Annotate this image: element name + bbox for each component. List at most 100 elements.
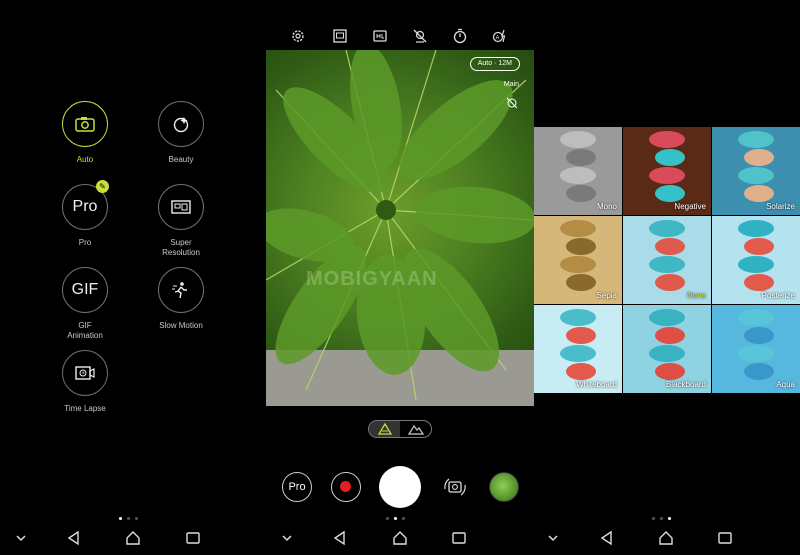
mode-label: Time Lapse <box>64 404 106 413</box>
mode-super-resolution[interactable]: Super Resolution <box>136 184 226 258</box>
hdr-icon[interactable] <box>372 28 388 44</box>
record-dot-icon <box>340 481 351 492</box>
switch-camera-button[interactable] <box>440 472 470 502</box>
macaron-shape <box>738 167 774 184</box>
viewfinder-preview[interactable]: Auto · 12M Main MOBIGYAAN <box>266 50 534 406</box>
macaron-shape <box>649 256 685 273</box>
mode-label: Beauty <box>168 155 194 164</box>
page-indicator-left <box>119 517 138 520</box>
auto-flash-icon[interactable]: A <box>492 28 508 44</box>
macaron-shape <box>649 220 685 237</box>
pro-mode-button[interactable]: Pro <box>282 472 312 502</box>
macaron-stack-image <box>560 309 596 381</box>
back-icon[interactable] <box>332 530 348 546</box>
scene-toggle[interactable] <box>368 420 432 438</box>
page-indicator-right <box>652 517 671 520</box>
mode-beauty[interactable]: Beauty <box>136 101 226 165</box>
macaron-shape <box>560 256 596 273</box>
filter-tile-posterize[interactable]: Posterize <box>712 216 800 304</box>
gif-glyph: GIF <box>71 281 99 298</box>
macaron-stack-image <box>738 220 774 292</box>
filter-label: Whiteboard <box>576 380 617 389</box>
recents-icon[interactable] <box>185 530 201 546</box>
scene-auto-option[interactable] <box>369 421 400 437</box>
macaron-shape <box>649 131 685 148</box>
macaron-shape <box>560 220 596 237</box>
macaron-shape <box>649 345 685 362</box>
mountain-icon <box>407 424 424 435</box>
timer-icon[interactable] <box>452 28 468 44</box>
focus-icon[interactable] <box>506 97 518 109</box>
watermark: MOBIGYAAN <box>306 268 438 290</box>
chevron-down-icon[interactable] <box>545 530 561 546</box>
filter-label: Blackboard <box>665 380 706 389</box>
record-button[interactable] <box>331 472 361 502</box>
home-icon[interactable] <box>125 530 141 546</box>
camera-icon <box>62 101 108 147</box>
macaron-shape <box>649 167 685 184</box>
macaron-shape <box>560 131 596 148</box>
macaron-shape <box>649 309 685 326</box>
filter-tile-aqua[interactable]: Aqua <box>712 305 800 393</box>
slow-motion-icon <box>158 267 204 313</box>
super-resolution-icon <box>158 184 204 230</box>
pro-button-label: Pro <box>288 481 306 493</box>
scene-landscape-option[interactable] <box>400 421 431 437</box>
filter-label: Posterize <box>761 291 795 300</box>
filter-label: Mono <box>596 202 617 211</box>
home-icon[interactable] <box>392 530 408 546</box>
macaron-shape <box>566 238 596 255</box>
macaron-shape <box>566 327 596 344</box>
settings-gear-icon[interactable] <box>290 28 306 44</box>
macaron-stack-image <box>560 131 596 203</box>
recents-icon[interactable] <box>717 530 733 546</box>
chevron-down-icon[interactable] <box>279 530 295 546</box>
mode-time-lapse[interactable]: Time Lapse <box>40 350 130 414</box>
plant-image <box>266 50 534 406</box>
macaron-shape <box>566 363 596 380</box>
mode-label: GIF Animation <box>67 321 103 340</box>
beauty-icon <box>158 101 204 147</box>
filter-tile-blackboard[interactable]: Blackboard <box>623 305 711 393</box>
filter-tile-none[interactable]: None <box>623 216 711 304</box>
macaron-stack-image <box>649 131 685 203</box>
back-icon[interactable] <box>599 530 615 546</box>
macaron-stack-image <box>649 309 685 381</box>
mode-label: Auto <box>76 155 94 164</box>
mode-pro[interactable]: Pro Pro ✎ <box>40 180 130 248</box>
macaron-shape <box>655 185 685 202</box>
macaron-shape <box>655 363 685 380</box>
camera-label[interactable]: Main <box>504 81 519 88</box>
mode-auto[interactable]: Auto <box>40 101 130 165</box>
filter-label: None <box>686 291 706 300</box>
aspect-ratio-icon[interactable] <box>332 28 348 44</box>
macaron-shape <box>744 274 774 291</box>
filter-tile-sepia[interactable]: Sepia <box>534 216 622 304</box>
mode-label: Slow Motion <box>159 321 203 330</box>
edit-badge-icon: ✎ <box>96 180 109 193</box>
flash-off-icon[interactable] <box>412 28 428 44</box>
chevron-down-icon[interactable] <box>13 530 29 546</box>
shutter-button[interactable] <box>379 466 421 508</box>
gif-icon: GIF <box>62 267 108 313</box>
mode-label: Super Resolution <box>162 238 200 257</box>
macaron-shape <box>655 149 685 166</box>
resolution-pill[interactable]: Auto · 12M <box>469 57 520 71</box>
macaron-shape <box>744 185 774 202</box>
mode-gif-animation[interactable]: GIF GIF Animation <box>40 267 130 341</box>
macaron-shape <box>738 256 774 273</box>
home-icon[interactable] <box>658 530 674 546</box>
svg-text:A: A <box>496 36 500 42</box>
gallery-thumbnail[interactable] <box>489 472 519 502</box>
macaron-shape <box>738 345 774 362</box>
back-icon[interactable] <box>66 530 82 546</box>
filter-tile-mono[interactable]: Mono <box>534 127 622 215</box>
filter-tile-negative[interactable]: Negative <box>623 127 711 215</box>
macaron-stack-image <box>738 309 774 381</box>
filter-tile-whiteboard[interactable]: Whiteboard <box>534 305 622 393</box>
filter-grid: Mono Negative Solarize Sepia None Posterize Wh… <box>534 127 800 394</box>
filter-tile-solarize[interactable]: Solarize <box>712 127 800 215</box>
mode-slow-motion[interactable]: Slow Motion <box>136 267 226 331</box>
macaron-shape <box>566 185 596 202</box>
recents-icon[interactable] <box>451 530 467 546</box>
